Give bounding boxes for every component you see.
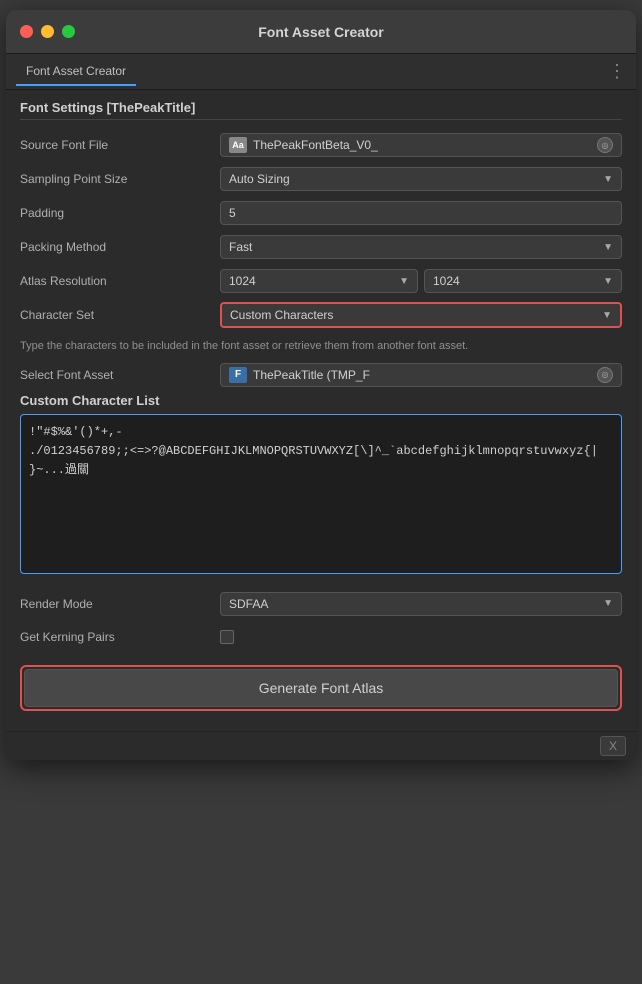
custom-char-list-title: Custom Character List — [20, 393, 622, 408]
titlebar: Font Asset Creator — [6, 10, 636, 54]
section-title: Font Settings [ThePeakTitle] — [20, 100, 622, 120]
select-font-asset-value: ThePeakTitle (TMP_F — [253, 368, 370, 382]
source-font-row: Source Font File Aa ThePeakFontBeta_V0_ … — [20, 130, 622, 160]
atlas-resolution-control: 1024 ▼ 1024 ▼ — [220, 269, 622, 293]
generate-button-wrapper: Generate Font Atlas — [20, 665, 622, 711]
atlas-res1-arrow: ▼ — [399, 276, 409, 287]
source-font-label: Source Font File — [20, 138, 220, 152]
font-file-icon: Aa — [229, 137, 247, 153]
bottom-bar: X — [6, 731, 636, 760]
tab-font-asset-creator[interactable]: Font Asset Creator — [16, 58, 136, 86]
window-title: Font Asset Creator — [258, 24, 384, 40]
render-mode-dropdown[interactable]: SDFAA ▼ — [220, 592, 622, 616]
tab-more-icon[interactable]: ⋮ — [608, 61, 626, 82]
atlas-resolution-label: Atlas Resolution — [20, 274, 220, 288]
main-content: Font Settings [ThePeakTitle] Source Font… — [6, 90, 636, 731]
padding-label: Padding — [20, 206, 220, 220]
sampling-point-size-row: Sampling Point Size Auto Sizing ▼ — [20, 164, 622, 194]
get-kerning-row: Get Kerning Pairs — [20, 623, 622, 651]
packing-method-row: Packing Method Fast ▼ — [20, 232, 622, 262]
select-font-asset-picker-button[interactable]: ◎ — [597, 367, 613, 383]
atlas-resolution-row: Atlas Resolution 1024 ▼ 1024 ▼ — [20, 266, 622, 296]
select-font-asset-control[interactable]: F ThePeakTitle (TMP_F ◎ — [220, 363, 622, 387]
source-font-control[interactable]: Aa ThePeakFontBeta_V0_ ◎ — [220, 133, 622, 157]
atlas-resolution-dropdown-1[interactable]: 1024 ▼ — [220, 269, 418, 293]
bottom-close-button[interactable]: X — [600, 736, 626, 756]
character-set-row: Character Set Custom Characters ▼ — [20, 300, 622, 330]
packing-method-value: Fast — [229, 240, 252, 254]
select-font-asset-row: Select Font Asset F ThePeakTitle (TMP_F … — [20, 363, 622, 387]
sampling-point-size-label: Sampling Point Size — [20, 172, 220, 186]
render-mode-control: SDFAA ▼ — [220, 592, 622, 616]
packing-method-dropdown[interactable]: Fast ▼ — [220, 235, 622, 259]
render-mode-label: Render Mode — [20, 597, 220, 611]
render-mode-row: Render Mode SDFAA ▼ — [20, 589, 622, 619]
tabbar: Font Asset Creator ⋮ — [6, 54, 636, 90]
font-asset-creator-window: Font Asset Creator Font Asset Creator ⋮ … — [6, 10, 636, 760]
packing-dropdown-arrow: ▼ — [603, 242, 613, 253]
character-set-control: Custom Characters ▼ — [220, 302, 622, 328]
character-set-value: Custom Characters — [230, 308, 333, 322]
sampling-point-size-value: Auto Sizing — [229, 172, 290, 186]
minimize-button[interactable] — [41, 25, 54, 38]
render-mode-value: SDFAA — [229, 597, 268, 611]
source-font-value: ThePeakFontBeta_V0_ — [253, 138, 378, 152]
packing-method-control: Fast ▼ — [220, 235, 622, 259]
source-font-picker-button[interactable]: ◎ — [597, 137, 613, 153]
generate-font-atlas-button[interactable]: Generate Font Atlas — [24, 669, 618, 707]
padding-input[interactable] — [220, 201, 622, 225]
window-controls — [20, 25, 75, 38]
atlas-resolution-dropdown-2[interactable]: 1024 ▼ — [424, 269, 622, 293]
close-button[interactable] — [20, 25, 33, 38]
maximize-button[interactable] — [62, 25, 75, 38]
info-text: Type the characters to be included in th… — [20, 338, 622, 355]
atlas-resolution-value2: 1024 — [433, 274, 460, 288]
render-mode-arrow: ▼ — [603, 598, 613, 609]
padding-row: Padding — [20, 198, 622, 228]
charset-dropdown-arrow: ▼ — [602, 310, 612, 321]
character-set-label: Character Set — [20, 308, 220, 322]
select-font-icon: F — [229, 367, 247, 383]
custom-char-textarea[interactable]: !"#$%&'()*+,- ./0123456789;;<=>?@ABCDEFG… — [20, 414, 622, 574]
padding-control — [220, 201, 622, 225]
character-set-dropdown[interactable]: Custom Characters ▼ — [220, 302, 622, 328]
select-font-asset-label: Select Font Asset — [20, 368, 220, 382]
atlas-resolution-value1: 1024 — [229, 274, 256, 288]
get-kerning-label: Get Kerning Pairs — [20, 630, 220, 644]
atlas-res2-arrow: ▼ — [603, 276, 613, 287]
get-kerning-checkbox[interactable] — [220, 630, 234, 644]
sampling-point-size-dropdown[interactable]: Auto Sizing ▼ — [220, 167, 622, 191]
sampling-point-size-control: Auto Sizing ▼ — [220, 167, 622, 191]
packing-method-label: Packing Method — [20, 240, 220, 254]
sampling-dropdown-arrow: ▼ — [603, 174, 613, 185]
